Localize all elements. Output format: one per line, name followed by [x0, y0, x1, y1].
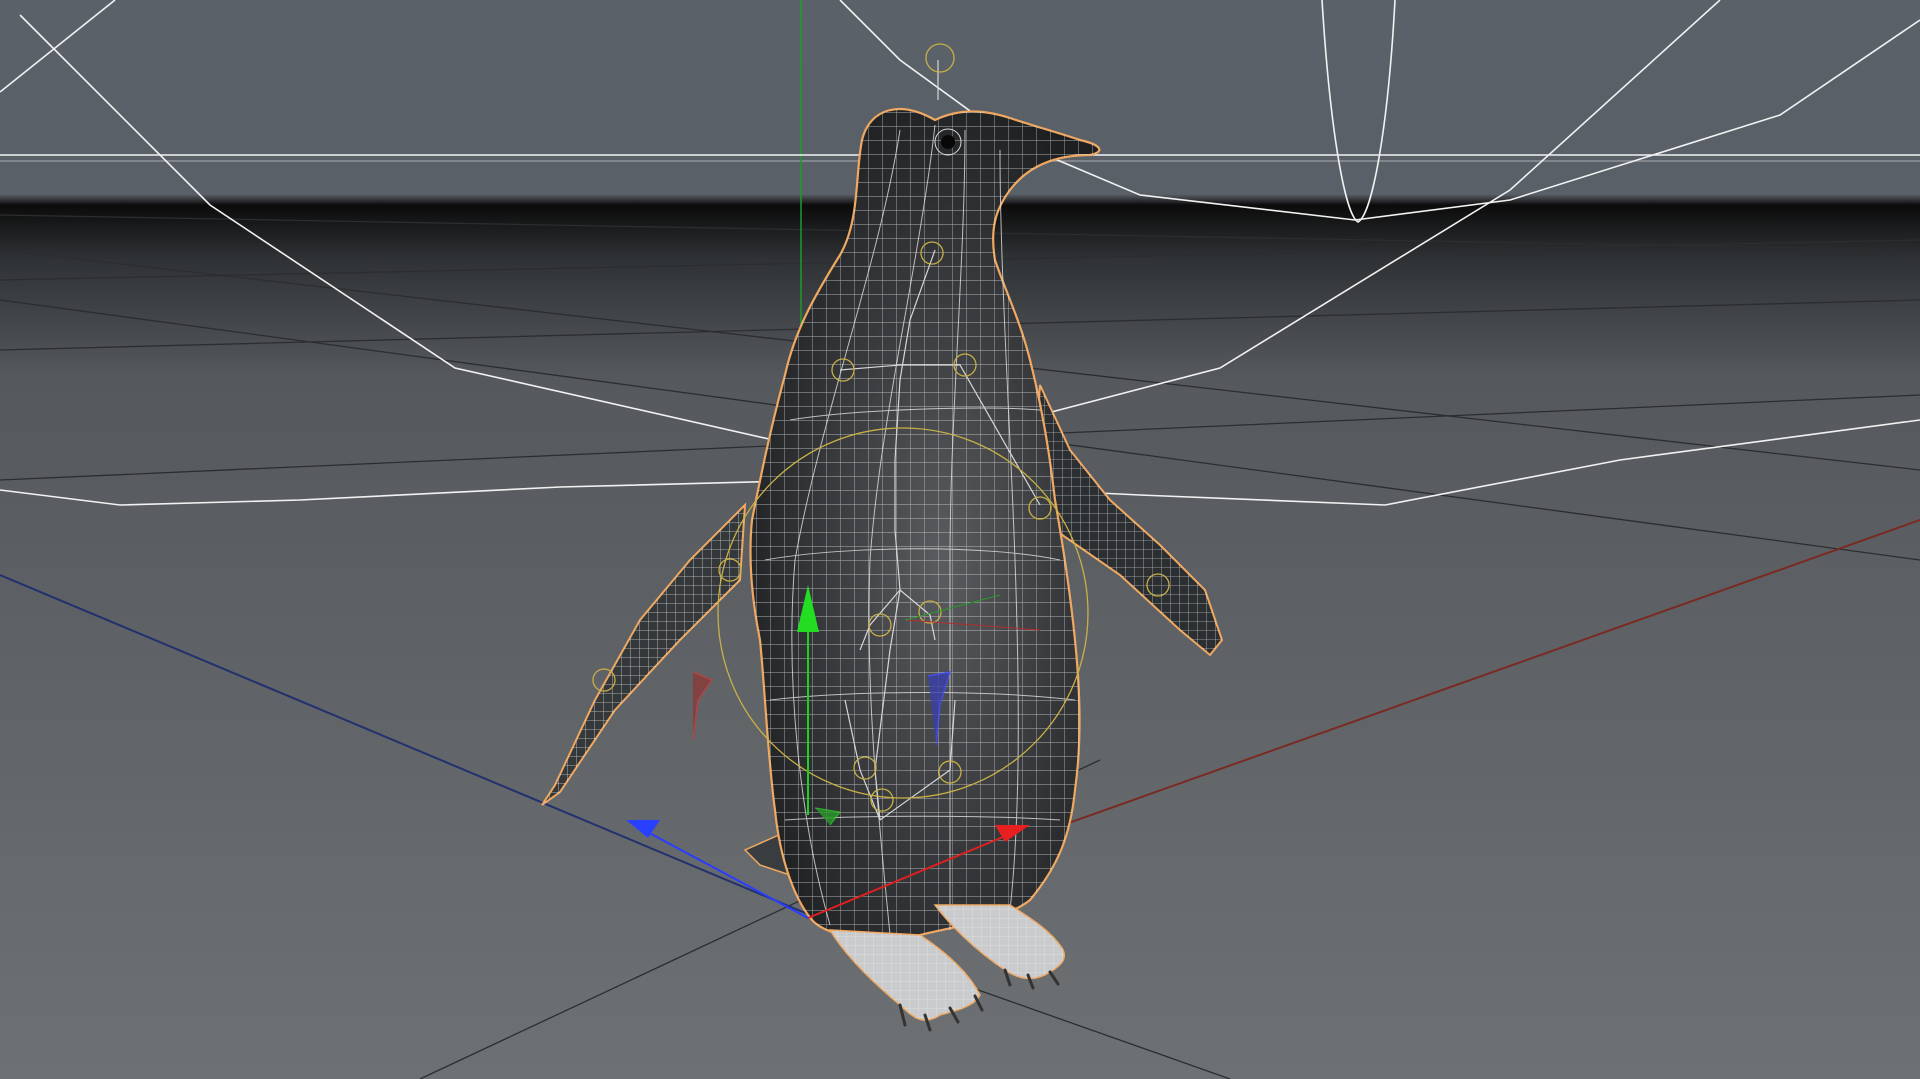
3d-viewport[interactable]: [0, 0, 1920, 1079]
penguin-eye: [941, 135, 955, 149]
viewport-scene[interactable]: [0, 0, 1920, 1079]
